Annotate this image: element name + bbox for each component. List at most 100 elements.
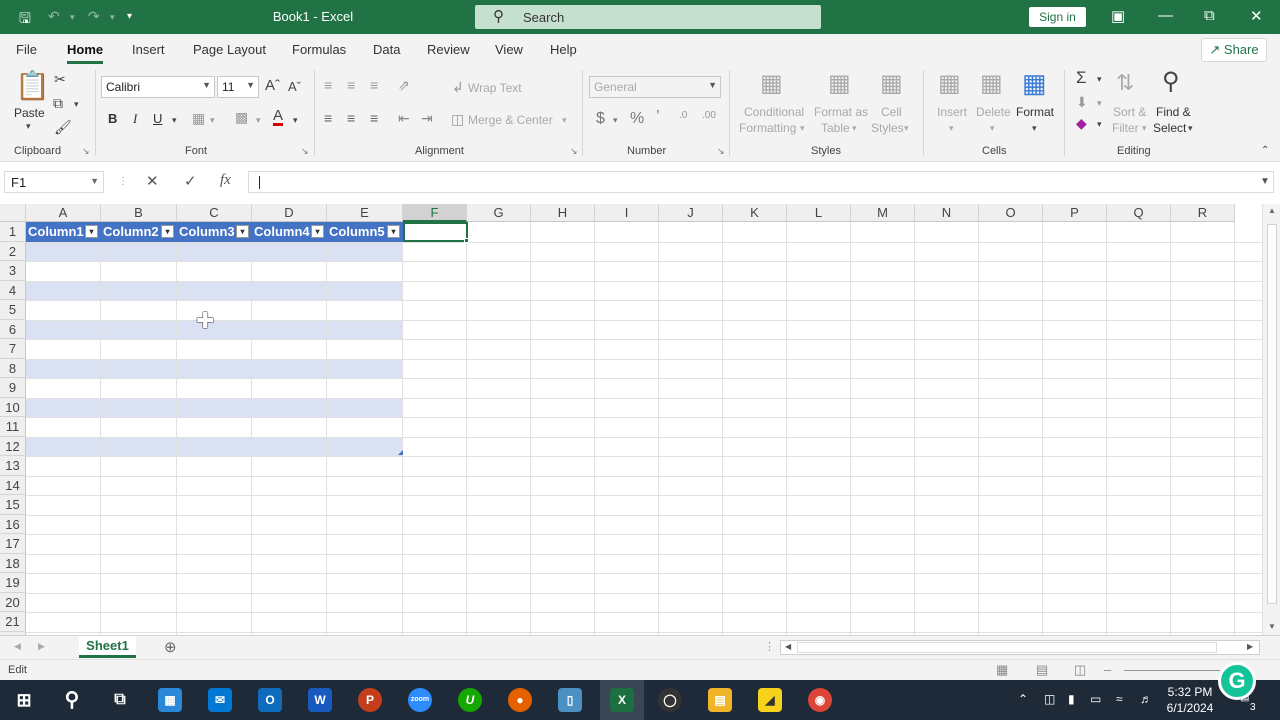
column-header-l[interactable]: L: [787, 204, 851, 222]
minimize-icon[interactable]: —: [1158, 7, 1173, 24]
row-header-17[interactable]: 17: [0, 534, 26, 554]
format-as-table-icon[interactable]: ▦: [828, 72, 851, 96]
column-header-h[interactable]: H: [531, 204, 595, 222]
battery-icon[interactable]: ▭: [1090, 692, 1101, 706]
merge-icon[interactable]: ◫: [451, 112, 464, 126]
bottom-align-icon[interactable]: ≡: [370, 78, 378, 92]
column-header-n[interactable]: N: [915, 204, 979, 222]
windows-start-icon[interactable]: ⊞: [12, 688, 36, 712]
scroll-right-icon[interactable]: ▶: [1247, 642, 1253, 651]
copy-icon[interactable]: ⧉: [53, 96, 63, 110]
sort-filter-label-1[interactable]: Sort &: [1113, 105, 1146, 119]
tab-help[interactable]: Help: [550, 42, 577, 57]
redo-icon[interactable]: ↷: [88, 8, 100, 25]
currency-dropdown-icon[interactable]: ▾: [613, 116, 618, 125]
name-box[interactable]: F1 ▼: [4, 171, 104, 193]
fill-color-icon[interactable]: ▩: [235, 110, 248, 124]
delete-dropdown-icon[interactable]: ▾: [990, 124, 995, 133]
conditional-dropdown-icon[interactable]: ▾: [800, 124, 805, 133]
orientation-icon[interactable]: ⇗: [398, 78, 410, 92]
format-as-table-label-1[interactable]: Format as: [814, 105, 868, 119]
merge-center-button[interactable]: Merge & Center: [468, 113, 553, 127]
hscroll-thumb[interactable]: [797, 642, 1217, 653]
column-header-m[interactable]: M: [851, 204, 915, 222]
sticky-notes-icon[interactable]: ◢: [758, 688, 782, 712]
tab-insert[interactable]: Insert: [132, 42, 165, 57]
horizontal-scrollbar[interactable]: ◀ ▶: [780, 640, 1260, 655]
tab-data[interactable]: Data: [373, 42, 400, 57]
normal-view-icon[interactable]: ▦: [996, 662, 1008, 678]
wrap-text-button[interactable]: Wrap Text: [468, 81, 522, 95]
row-header-4[interactable]: 4: [0, 280, 26, 300]
clipboard-launcher-icon[interactable]: ↘: [82, 146, 90, 157]
number-format-select[interactable]: General ▼: [589, 76, 721, 98]
merge-dropdown-icon[interactable]: ▾: [562, 116, 567, 125]
row-header-21[interactable]: 21: [0, 612, 26, 632]
italic-button[interactable]: I: [133, 111, 137, 127]
format-cells-button[interactable]: Format: [1016, 105, 1054, 119]
scroll-left-icon[interactable]: ◀: [785, 642, 791, 651]
row-header-1[interactable]: 1: [0, 222, 26, 242]
chrome-icon[interactable]: ◉: [808, 688, 832, 712]
table-band-row-2[interactable]: [26, 241, 403, 261]
increase-decimal-icon[interactable]: .0: [679, 111, 687, 121]
table-header-cell[interactable]: Column3 ▾: [177, 222, 252, 242]
font-color-dropdown-icon[interactable]: ▾: [293, 116, 298, 125]
find-dropdown-icon[interactable]: ▾: [1188, 124, 1193, 133]
column-header-c[interactable]: C: [177, 204, 252, 222]
outlook-icon[interactable]: O: [258, 688, 282, 712]
table-band-row-8[interactable]: [26, 358, 403, 378]
next-sheet-icon[interactable]: ▶: [38, 641, 45, 652]
paste-icon[interactable]: 📋: [15, 72, 50, 100]
cell-styles-icon[interactable]: ▦: [880, 72, 903, 96]
mail-icon[interactable]: ✉: [208, 688, 232, 712]
enter-icon[interactable]: ✓: [184, 172, 197, 190]
filter-dropdown-icon[interactable]: ▾: [311, 225, 324, 238]
formula-input[interactable]: [248, 171, 1274, 193]
customize-qat-icon[interactable]: ▾: [127, 11, 132, 22]
collapse-ribbon-icon[interactable]: ⌃: [1261, 146, 1269, 156]
tab-review[interactable]: Review: [427, 42, 470, 57]
scroll-thumb[interactable]: [1267, 224, 1277, 604]
cell-styles-label-1[interactable]: Cell: [881, 105, 902, 119]
middle-align-icon[interactable]: ≡: [347, 78, 355, 92]
column-header-b[interactable]: B: [101, 204, 177, 222]
format-painter-icon[interactable]: 🖌: [54, 120, 72, 134]
underline-button[interactable]: U: [153, 111, 162, 126]
font-launcher-icon[interactable]: ↘: [301, 146, 309, 157]
column-header-r[interactable]: R: [1171, 204, 1235, 222]
fill-dropdown-icon[interactable]: ▾: [256, 116, 261, 125]
undo-icon[interactable]: ↶: [48, 8, 60, 25]
format-dropdown-icon[interactable]: ▾: [1032, 124, 1037, 133]
powerpoint-icon[interactable]: P: [358, 688, 382, 712]
sort-dropdown-icon[interactable]: ▾: [1142, 124, 1147, 133]
ribbon-display-icon[interactable]: ▣: [1111, 7, 1125, 25]
row-header-12[interactable]: 12: [0, 436, 26, 456]
delete-cells-icon[interactable]: ▦: [980, 72, 1003, 96]
increase-font-icon[interactable]: Aˆ: [265, 78, 280, 93]
number-launcher-icon[interactable]: ↘: [717, 146, 725, 157]
top-align-icon[interactable]: ≡: [324, 78, 332, 92]
copy-dropdown-icon[interactable]: ▾: [74, 100, 79, 109]
filter-dropdown-icon[interactable]: ▾: [161, 225, 174, 238]
obs-icon[interactable]: ◯: [658, 688, 682, 712]
page-layout-view-icon[interactable]: ▤: [1036, 662, 1048, 678]
autosum-icon[interactable]: Σ: [1076, 69, 1087, 86]
column-header-g[interactable]: G: [467, 204, 531, 222]
tab-home[interactable]: Home: [67, 42, 104, 64]
column-header-o[interactable]: O: [979, 204, 1043, 222]
row-header-5[interactable]: 5: [0, 300, 26, 320]
row-header-3[interactable]: 3: [0, 261, 26, 281]
row-header-19[interactable]: 19: [0, 573, 26, 593]
sort-filter-icon[interactable]: ⇅: [1116, 72, 1134, 94]
conditional-formatting-label-1[interactable]: Conditional: [744, 105, 804, 119]
redo-dropdown-icon[interactable]: ▾: [110, 12, 115, 23]
row-header-10[interactable]: 10: [0, 397, 26, 417]
column-header-k[interactable]: K: [723, 204, 787, 222]
find-select-label-2[interactable]: Select: [1153, 121, 1186, 135]
wrap-text-icon[interactable]: ↲: [452, 80, 464, 94]
row-header-16[interactable]: 16: [0, 514, 26, 534]
conditional-formatting-icon[interactable]: ▦: [760, 72, 783, 96]
zoom-slider[interactable]: [1124, 670, 1220, 671]
cut-icon[interactable]: ✂: [54, 72, 66, 86]
